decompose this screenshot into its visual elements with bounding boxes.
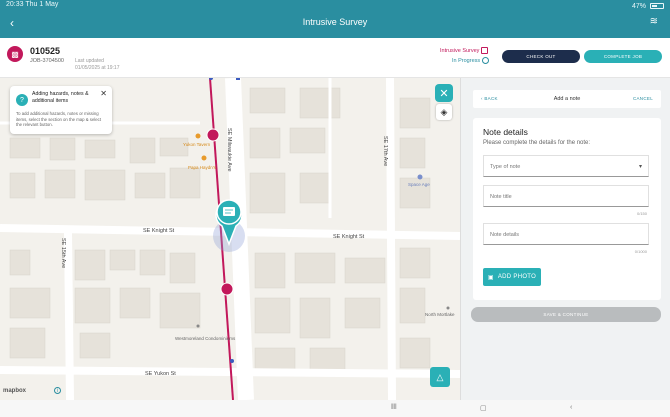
wifi-icon: ≋: [649, 16, 658, 27]
battery-icon: [650, 3, 664, 9]
home-icon[interactable]: ▢: [480, 404, 487, 412]
page-title: Intrusive Survey: [302, 17, 368, 27]
briefcase-icon: ▩: [7, 46, 23, 62]
street-label: SE Knight St: [333, 234, 365, 240]
survey-status-label: In Progress: [452, 57, 481, 64]
tooltip-title: Adding hazards, notes & additional items: [32, 91, 89, 104]
map-view[interactable]: SE Milwaukie Ave SE Knight St SE Knight …: [0, 78, 460, 400]
note-title-placeholder: Note title: [490, 194, 512, 200]
add-photo-label: ADD PHOTO: [497, 274, 537, 280]
card-title: Note details: [483, 127, 528, 137]
info-icon[interactable]: i: [54, 387, 62, 394]
add-shapes-icon[interactable]: △: [430, 367, 450, 387]
job-reference: JOB-3704500: [30, 58, 64, 64]
card-subtitle: Please complete the details for the note…: [483, 140, 591, 146]
last-updated-value: 01/05/2025 at 19:17: [75, 65, 120, 71]
survey-icon: [481, 47, 489, 54]
caret-down-icon: ▾: [638, 164, 642, 170]
job-number: 010525: [30, 46, 61, 56]
info-icon: ?: [16, 94, 28, 106]
status-date: Thu 1 May: [25, 1, 59, 8]
place-label: Space Age: [408, 182, 430, 187]
note-details-input[interactable]: Note details: [483, 223, 649, 245]
system-nav-bar: ‖‖ ▢ ‹: [0, 400, 670, 417]
status-bar: 20:33 Thu 1 May 47%: [6, 1, 664, 11]
place-label: Yukon Tavern: [183, 142, 211, 147]
title-counter: 0/150: [636, 211, 647, 216]
job-bar: ▩ 010525 JOB-3704500 Last updated 01/05/…: [0, 38, 670, 78]
cancel-button[interactable]: CANCEL: [633, 96, 653, 101]
survey-type-label: Intrusive Survey: [440, 47, 480, 54]
status-time: 20:33: [6, 1, 24, 8]
check-out-button[interactable]: CHECK OUT: [502, 50, 580, 63]
clock-icon: [482, 57, 490, 64]
details-counter: 0/1000: [634, 249, 647, 254]
place-label: North Mortlake: [425, 312, 455, 317]
recents-icon[interactable]: ‖‖: [391, 404, 397, 411]
complete-job-button[interactable]: COMPLETE JOB: [584, 50, 662, 63]
app-header: 20:33 Thu 1 May 47% ‹ Intrusive Survey ≋: [0, 0, 670, 38]
hazard-pin[interactable]: [220, 282, 234, 296]
street-label: SE Milwaukie Ave: [226, 128, 232, 172]
layers-icon[interactable]: ◈: [436, 104, 452, 120]
last-updated: Last updated 01/05/2025 at 19:17: [75, 58, 120, 72]
survey-status: In Progress: [452, 57, 490, 64]
street-label: SE 17th Ave: [382, 136, 388, 166]
status-battery: 47%: [631, 2, 646, 10]
add-note-panel: ‹ BACK Add a note CANCEL Note details Pl…: [460, 78, 670, 400]
note-title-input[interactable]: Note title: [483, 185, 649, 207]
street-label: SE Yukon St: [145, 371, 176, 377]
mapbox-logo: mapbox i: [3, 387, 62, 394]
note-details-card: Note details Please complete the details…: [473, 118, 661, 300]
note-details-placeholder: Note details: [490, 232, 520, 238]
street-label: SE 15th Ave: [60, 238, 66, 268]
camera-icon: ▣: [487, 274, 494, 281]
save-continue-button[interactable]: SAVE & CONTINUE: [471, 307, 661, 322]
mapbox-label: mapbox: [3, 388, 27, 394]
last-updated-label: Last updated: [75, 58, 104, 64]
close-map-button[interactable]: ✕: [435, 84, 453, 102]
tooltip-body: To add additional hazards, notes or miss…: [16, 111, 102, 127]
hazard-pin[interactable]: [206, 128, 220, 142]
place-label: Papa Haydn's: [188, 165, 217, 170]
back-icon[interactable]: ‹: [570, 404, 572, 411]
survey-type: Intrusive Survey: [440, 47, 489, 54]
map-tooltip: ? Adding hazards, notes & additional ite…: [10, 86, 112, 134]
close-icon[interactable]: ✕: [100, 89, 107, 98]
street-label: SE Knight St: [143, 228, 175, 234]
add-photo-button[interactable]: ▣ ADD PHOTO: [483, 268, 541, 286]
place-label: Westmoreland Condominiums: [175, 336, 236, 341]
note-type-placeholder: Type of note: [490, 164, 521, 170]
note-type-select[interactable]: Type of note ▾: [483, 155, 649, 177]
panel-header: ‹ BACK Add a note CANCEL: [473, 90, 661, 108]
